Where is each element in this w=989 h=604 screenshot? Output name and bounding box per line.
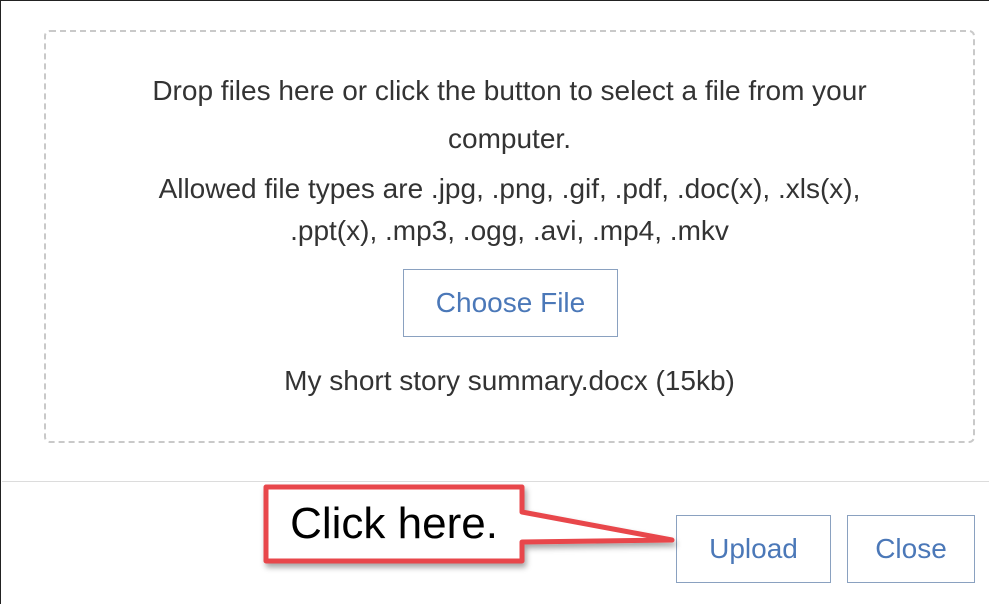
upload-button[interactable]: Upload <box>676 515 831 583</box>
close-button[interactable]: Close <box>847 515 975 583</box>
choose-file-button[interactable]: Choose File <box>403 269 618 337</box>
file-drop-zone[interactable]: Drop files here or click the button to s… <box>44 30 975 443</box>
allowed-types-line-2: .ppt(x), .mp3, .ogg, .avi, .mp4, .mkv <box>290 215 729 246</box>
allowed-types-line-1: Allowed file types are .jpg, .png, .gif,… <box>158 173 861 204</box>
drop-instructions-line-1: Drop files here or click the button to s… <box>152 75 867 106</box>
selected-file-name: My short story summary.docx (15kb) <box>284 365 735 396</box>
footer-divider <box>2 481 989 482</box>
drop-instructions-line-2: computer. <box>448 123 571 154</box>
upload-dialog: Drop files here or click the button to s… <box>0 0 989 604</box>
